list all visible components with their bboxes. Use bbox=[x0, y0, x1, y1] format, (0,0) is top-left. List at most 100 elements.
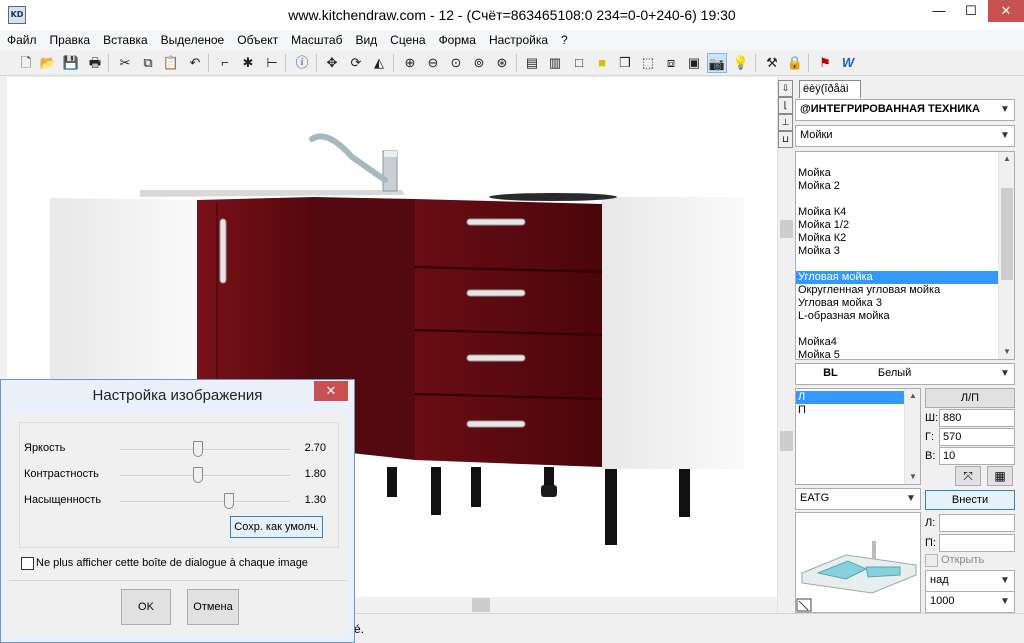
contrast-slider-track[interactable] bbox=[120, 475, 290, 477]
viewport-vertical-scrollbar[interactable] bbox=[777, 77, 794, 613]
list-item[interactable]: Мойка К4 bbox=[796, 206, 998, 219]
catalog-tab[interactable]: ëèÿ(îðåäì bbox=[799, 80, 861, 98]
zoom-window-icon[interactable]: ⊚ bbox=[469, 53, 489, 73]
menu-edit[interactable]: Правка bbox=[43, 30, 97, 47]
menu-selection[interactable]: Выделеное bbox=[154, 30, 231, 47]
vertical-scroll-thumb-lower[interactable] bbox=[780, 431, 793, 451]
print-icon[interactable]: 🖶 bbox=[85, 53, 105, 73]
align-icon[interactable]: ◭ bbox=[369, 53, 389, 73]
right-dim-field[interactable] bbox=[939, 534, 1015, 552]
side-tool-4-icon[interactable]: ⊔ bbox=[778, 131, 793, 148]
scroll-down-icon[interactable]: ▼ bbox=[999, 345, 1014, 359]
saturation-slider-thumb[interactable] bbox=[223, 493, 234, 509]
zoom-out-icon[interactable]: ⊖ bbox=[423, 53, 443, 73]
open-checkbox[interactable] bbox=[925, 554, 938, 567]
left-dim-field[interactable] bbox=[939, 514, 1015, 532]
list-item[interactable]: Мойка 3 bbox=[796, 245, 998, 258]
swap-icon[interactable]: ⤧ bbox=[955, 466, 981, 486]
scroll-up-icon[interactable]: ▲ bbox=[999, 152, 1014, 166]
tools-icon[interactable]: ⚒ bbox=[762, 53, 782, 73]
grid-icon[interactable]: ▦ bbox=[987, 466, 1013, 486]
shaded-view-icon[interactable]: ⧈ bbox=[661, 53, 681, 73]
color-view-icon[interactable]: ■ bbox=[592, 53, 612, 73]
lock-icon[interactable]: 🔒 bbox=[785, 53, 805, 73]
zoom-previous-icon[interactable]: ⊛ bbox=[492, 53, 512, 73]
list-item[interactable]: Мойка 5 bbox=[796, 349, 998, 359]
zoom-fit-icon[interactable]: ⊙ bbox=[446, 53, 466, 73]
list-scroll-thumb[interactable] bbox=[1001, 188, 1013, 280]
open-folder-icon[interactable]: 📂 bbox=[38, 53, 58, 73]
list-item[interactable]: Мойка bbox=[796, 167, 998, 180]
menu-object[interactable]: Объект bbox=[230, 30, 284, 47]
minimize-button[interactable]: — bbox=[922, 0, 956, 22]
scroll-down-icon[interactable]: ▼ bbox=[905, 470, 920, 484]
list-item[interactable] bbox=[796, 154, 998, 167]
menu-view[interactable]: Вид bbox=[348, 30, 383, 47]
plan-view-icon[interactable]: ▤ bbox=[522, 53, 542, 73]
vertical-scroll-thumb[interactable] bbox=[780, 220, 793, 238]
menu-form[interactable]: Форма bbox=[432, 30, 482, 47]
list-item[interactable] bbox=[796, 193, 998, 206]
dialog-close-button[interactable]: ✕ bbox=[314, 381, 348, 401]
scroll-up-icon[interactable]: ▲ bbox=[905, 389, 920, 403]
menu-settings[interactable]: Настройка bbox=[482, 30, 554, 47]
rotate-icon[interactable]: ⟳ bbox=[346, 53, 366, 73]
wizard-icon[interactable]: W bbox=[838, 53, 858, 73]
wireframe-view-icon[interactable]: □ bbox=[569, 53, 589, 73]
perspective-view-icon[interactable]: ⬚ bbox=[638, 53, 658, 73]
render-view-icon[interactable]: ▣ bbox=[684, 53, 704, 73]
new-file-icon[interactable]: 🗋 bbox=[16, 53, 36, 73]
side-tool-2-icon[interactable]: ⌊ bbox=[778, 97, 793, 114]
horizontal-scroll-thumb[interactable] bbox=[472, 598, 490, 612]
list-scrollbar[interactable]: ▲ ▼ bbox=[998, 152, 1014, 359]
undo-icon[interactable]: ↶ bbox=[185, 53, 205, 73]
list-item[interactable] bbox=[796, 323, 998, 336]
brightness-slider-track[interactable] bbox=[120, 449, 290, 451]
light-bulb-icon[interactable]: 💡 bbox=[731, 53, 751, 73]
list-item[interactable]: L-образная мойка bbox=[796, 310, 998, 323]
dimension-icon[interactable]: ⊢ bbox=[262, 53, 282, 73]
ok-button[interactable]: OK bbox=[121, 589, 171, 625]
copy-icon[interactable]: ⧉ bbox=[138, 53, 158, 73]
cut-icon[interactable]: ✂ bbox=[115, 53, 135, 73]
list-item-selected[interactable]: Л bbox=[796, 391, 904, 404]
stairs-icon[interactable]: ⌐ bbox=[215, 53, 235, 73]
finish-combo[interactable]: BL Белый ▼ bbox=[795, 363, 1015, 385]
list-item-selected[interactable]: Угловая мойка bbox=[796, 271, 998, 284]
saturation-slider-track[interactable] bbox=[120, 501, 290, 503]
list-item[interactable]: Мойка 1/2 bbox=[796, 219, 998, 232]
insert-button[interactable]: Внести bbox=[925, 490, 1015, 510]
menu-scene[interactable]: Сцена bbox=[383, 30, 431, 47]
cancel-button[interactable]: Отмена bbox=[187, 589, 239, 625]
catalog-list[interactable]: Мойка Мойка 2 Мойка К4 Мойка 1/2 Мойка К… bbox=[795, 151, 1015, 360]
width-field[interactable]: 880 bbox=[939, 409, 1015, 427]
paste-icon[interactable]: 📋 bbox=[161, 53, 181, 73]
sweep-icon[interactable]: ✱ bbox=[238, 53, 258, 73]
list-item[interactable]: Угловая мойка 3 bbox=[796, 297, 998, 310]
elevation-combo[interactable]: 1000 ▼ bbox=[925, 591, 1015, 613]
list-item[interactable]: П bbox=[796, 404, 904, 417]
depth-field[interactable]: 570 bbox=[939, 428, 1015, 446]
zoom-in-icon[interactable]: ⊕ bbox=[400, 53, 420, 73]
list-item[interactable]: Мойка К2 bbox=[796, 232, 998, 245]
side-tool-3-icon[interactable]: ⊥ bbox=[778, 114, 793, 131]
save-icon[interactable]: 💾 bbox=[61, 53, 81, 73]
contrast-slider-thumb[interactable] bbox=[193, 467, 204, 483]
list-item[interactable]: Мойка4 bbox=[796, 336, 998, 349]
list-item[interactable]: Мойка 2 bbox=[796, 180, 998, 193]
maximize-button[interactable]: ☐ bbox=[954, 0, 988, 22]
height-field[interactable]: 10 bbox=[939, 447, 1015, 465]
category-combo[interactable]: @ИНТЕГРИРОВАННАЯ ТЕХНИКА ▼ bbox=[795, 99, 1015, 121]
menu-help[interactable]: ? bbox=[554, 30, 574, 47]
menu-insert[interactable]: Вставка bbox=[96, 30, 154, 47]
elevation-view-icon[interactable]: ▥ bbox=[545, 53, 565, 73]
subcategory-combo[interactable]: Мойки ▼ bbox=[795, 125, 1015, 147]
close-button[interactable]: ✕ bbox=[988, 0, 1024, 22]
info-icon[interactable]: ⓘ bbox=[292, 53, 312, 73]
side-tool-1-icon[interactable]: ⇩ bbox=[778, 80, 793, 97]
orientation-scrollbar[interactable]: ▲ ▼ bbox=[904, 389, 920, 484]
camera-icon[interactable]: 📷 bbox=[707, 53, 727, 73]
orientation-list[interactable]: Л П ▲ ▼ bbox=[795, 388, 921, 485]
flag-icon[interactable]: ⚑ bbox=[815, 53, 835, 73]
move-icon[interactable]: ✥ bbox=[322, 53, 342, 73]
